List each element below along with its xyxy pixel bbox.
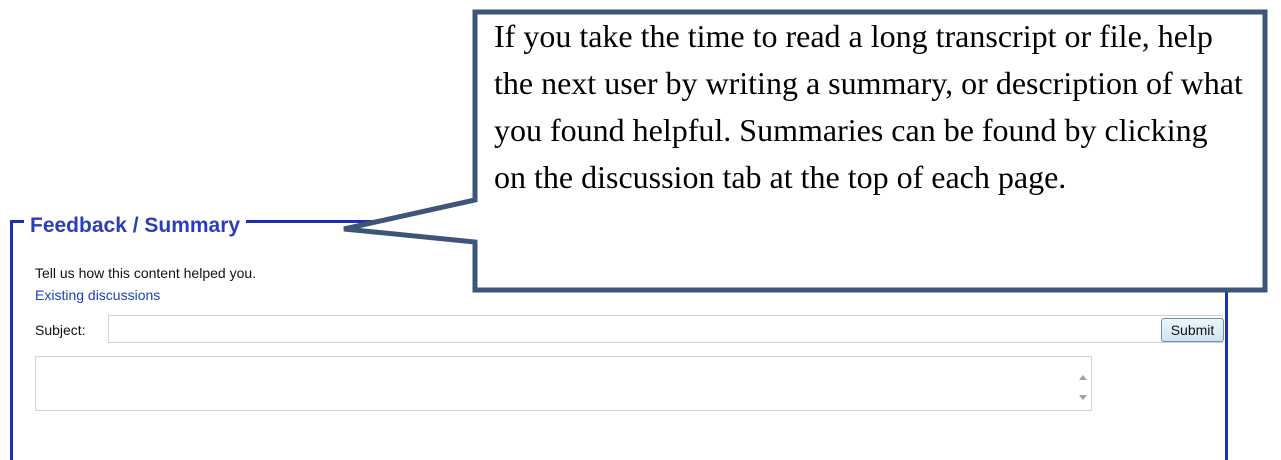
callout-text: If you take the time to read a long tran… <box>494 18 1243 195</box>
